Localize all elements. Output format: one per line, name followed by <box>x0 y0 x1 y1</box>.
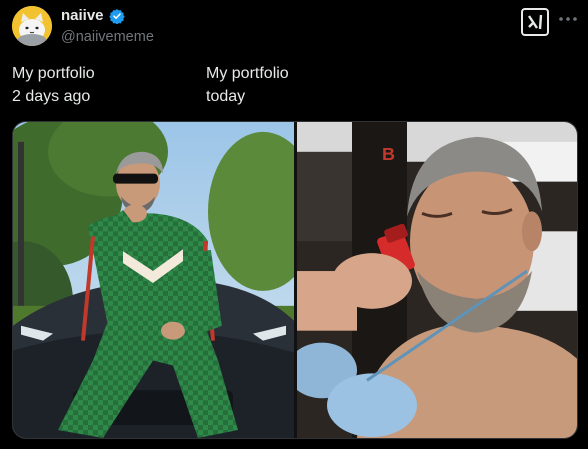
avatar[interactable] <box>12 6 52 46</box>
author-display-name[interactable]: naiive <box>61 7 104 25</box>
caption-right: My portfolio today <box>206 62 289 108</box>
caption-left-line1: My portfolio <box>12 65 95 82</box>
boxer-with-inhaler-image: B <box>297 122 577 438</box>
caption-left: My portfolio 2 days ago <box>12 62 95 108</box>
cat-avatar-icon <box>12 6 52 46</box>
more-options-button[interactable] <box>557 12 579 26</box>
caption-right-line1: My portfolio <box>206 65 289 82</box>
more-options-icon <box>559 17 577 21</box>
media-image-right[interactable]: B <box>297 122 577 438</box>
grok-icon <box>528 14 543 30</box>
media-image-left[interactable] <box>13 122 294 438</box>
author-handle[interactable]: @naiivememe <box>61 28 154 46</box>
svg-text:B: B <box>382 144 395 164</box>
grok-button[interactable] <box>521 8 549 36</box>
man-on-sports-car-image <box>13 122 294 438</box>
post-media[interactable]: B <box>12 121 578 439</box>
caption-left-line2: 2 days ago <box>12 88 91 105</box>
verified-badge-icon <box>109 9 125 24</box>
caption-right-line2: today <box>206 88 246 105</box>
